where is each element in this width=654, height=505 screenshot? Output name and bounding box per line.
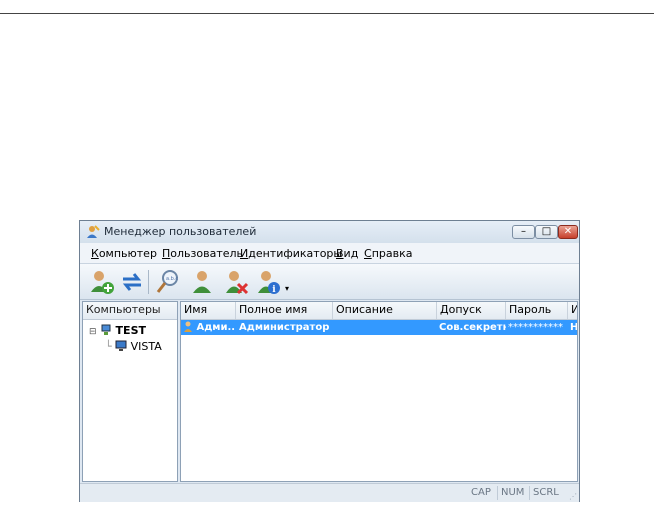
tree-label-vista: VISTA <box>130 340 162 353</box>
user-row-icon <box>184 321 192 332</box>
delete-user-icon[interactable] <box>222 268 250 296</box>
svg-text:a.b.c: a.b.c <box>166 276 178 282</box>
user-manager-window: Менеджер пользователей – □ ✕ Компьютер П… <box>79 220 580 502</box>
menu-help[interactable]: Справка <box>364 247 412 260</box>
menu-view[interactable]: Вид <box>336 247 358 260</box>
toolbar-separator <box>148 270 149 294</box>
column-access[interactable]: Допуск <box>437 302 506 319</box>
table-row[interactable]: Адми... Администратор Сов.секретно *****… <box>181 320 577 335</box>
cell-access: Сов.секретно <box>439 322 506 333</box>
collapse-icon[interactable]: ⊟ <box>89 327 97 337</box>
column-description[interactable]: Описание <box>333 302 437 319</box>
column-full-name[interactable]: Полное имя <box>236 302 333 319</box>
column-extra[interactable]: И <box>568 302 577 319</box>
tree-node-test[interactable]: ⊟ TEST <box>89 324 146 338</box>
computers-tree-pane: Компьютеры ⊟ TEST └ VISTA <box>82 301 178 482</box>
status-num: NUM <box>497 486 524 500</box>
user-properties-icon[interactable]: i <box>254 268 282 296</box>
minimize-button[interactable]: – <box>512 225 535 239</box>
menu-bar: Компьютер Пользователь Идентификаторы Ви… <box>80 243 579 264</box>
cell-name: Адми... <box>183 320 235 335</box>
menu-computer[interactable]: Компьютер <box>91 247 157 260</box>
menu-user[interactable]: Пользователь <box>162 247 243 260</box>
window-title: Менеджер пользователей <box>104 225 257 238</box>
status-scrl: SCRL <box>529 486 559 500</box>
menu-identifiers[interactable]: Идентификаторы <box>240 247 342 260</box>
close-icon: ✕ <box>563 226 573 237</box>
column-password[interactable]: Пароль <box>506 302 568 319</box>
top-divider <box>0 13 654 14</box>
cell-extra: Н <box>570 322 578 333</box>
status-cap: CAP <box>471 487 491 498</box>
tree-label-test: TEST <box>115 324 146 337</box>
resize-grip-icon[interactable]: ⋰ <box>569 492 577 501</box>
tree-node-vista[interactable]: └ VISTA <box>105 340 162 354</box>
users-list-pane: Имя Полное имя Описание Допуск Пароль И … <box>180 301 578 482</box>
find-user-icon[interactable]: a.b.c <box>154 268 182 296</box>
cell-password: *********** <box>508 322 563 333</box>
cell-full-name: Администратор <box>239 322 330 333</box>
refresh-icon[interactable] <box>118 268 146 296</box>
status-bar: CAP NUM SCRL ⋰ <box>80 483 579 502</box>
tree-branch-line: └ <box>105 340 112 353</box>
maximize-button[interactable]: □ <box>535 225 558 239</box>
svg-text:i: i <box>272 285 276 295</box>
cell-description <box>336 320 436 335</box>
toolbar: a.b.c i ▾ <box>80 264 579 300</box>
user-icon[interactable] <box>188 268 216 296</box>
dropdown-arrow-icon[interactable]: ▾ <box>285 284 289 293</box>
computer-icon <box>115 340 127 351</box>
close-button[interactable]: ✕ <box>558 225 578 239</box>
users-app-icon <box>87 225 100 238</box>
column-name[interactable]: Имя <box>181 302 236 319</box>
title-bar[interactable]: Менеджер пользователей – □ ✕ <box>80 221 579 243</box>
network-icon <box>101 324 111 335</box>
tree-header[interactable]: Компьютеры <box>83 302 177 320</box>
cell-name-text: Адми... <box>196 322 235 333</box>
list-header: Имя Полное имя Описание Допуск Пароль И <box>181 302 577 320</box>
maximize-icon: □ <box>541 226 552 237</box>
add-user-icon[interactable] <box>88 268 116 296</box>
minimize-icon: – <box>521 226 526 237</box>
